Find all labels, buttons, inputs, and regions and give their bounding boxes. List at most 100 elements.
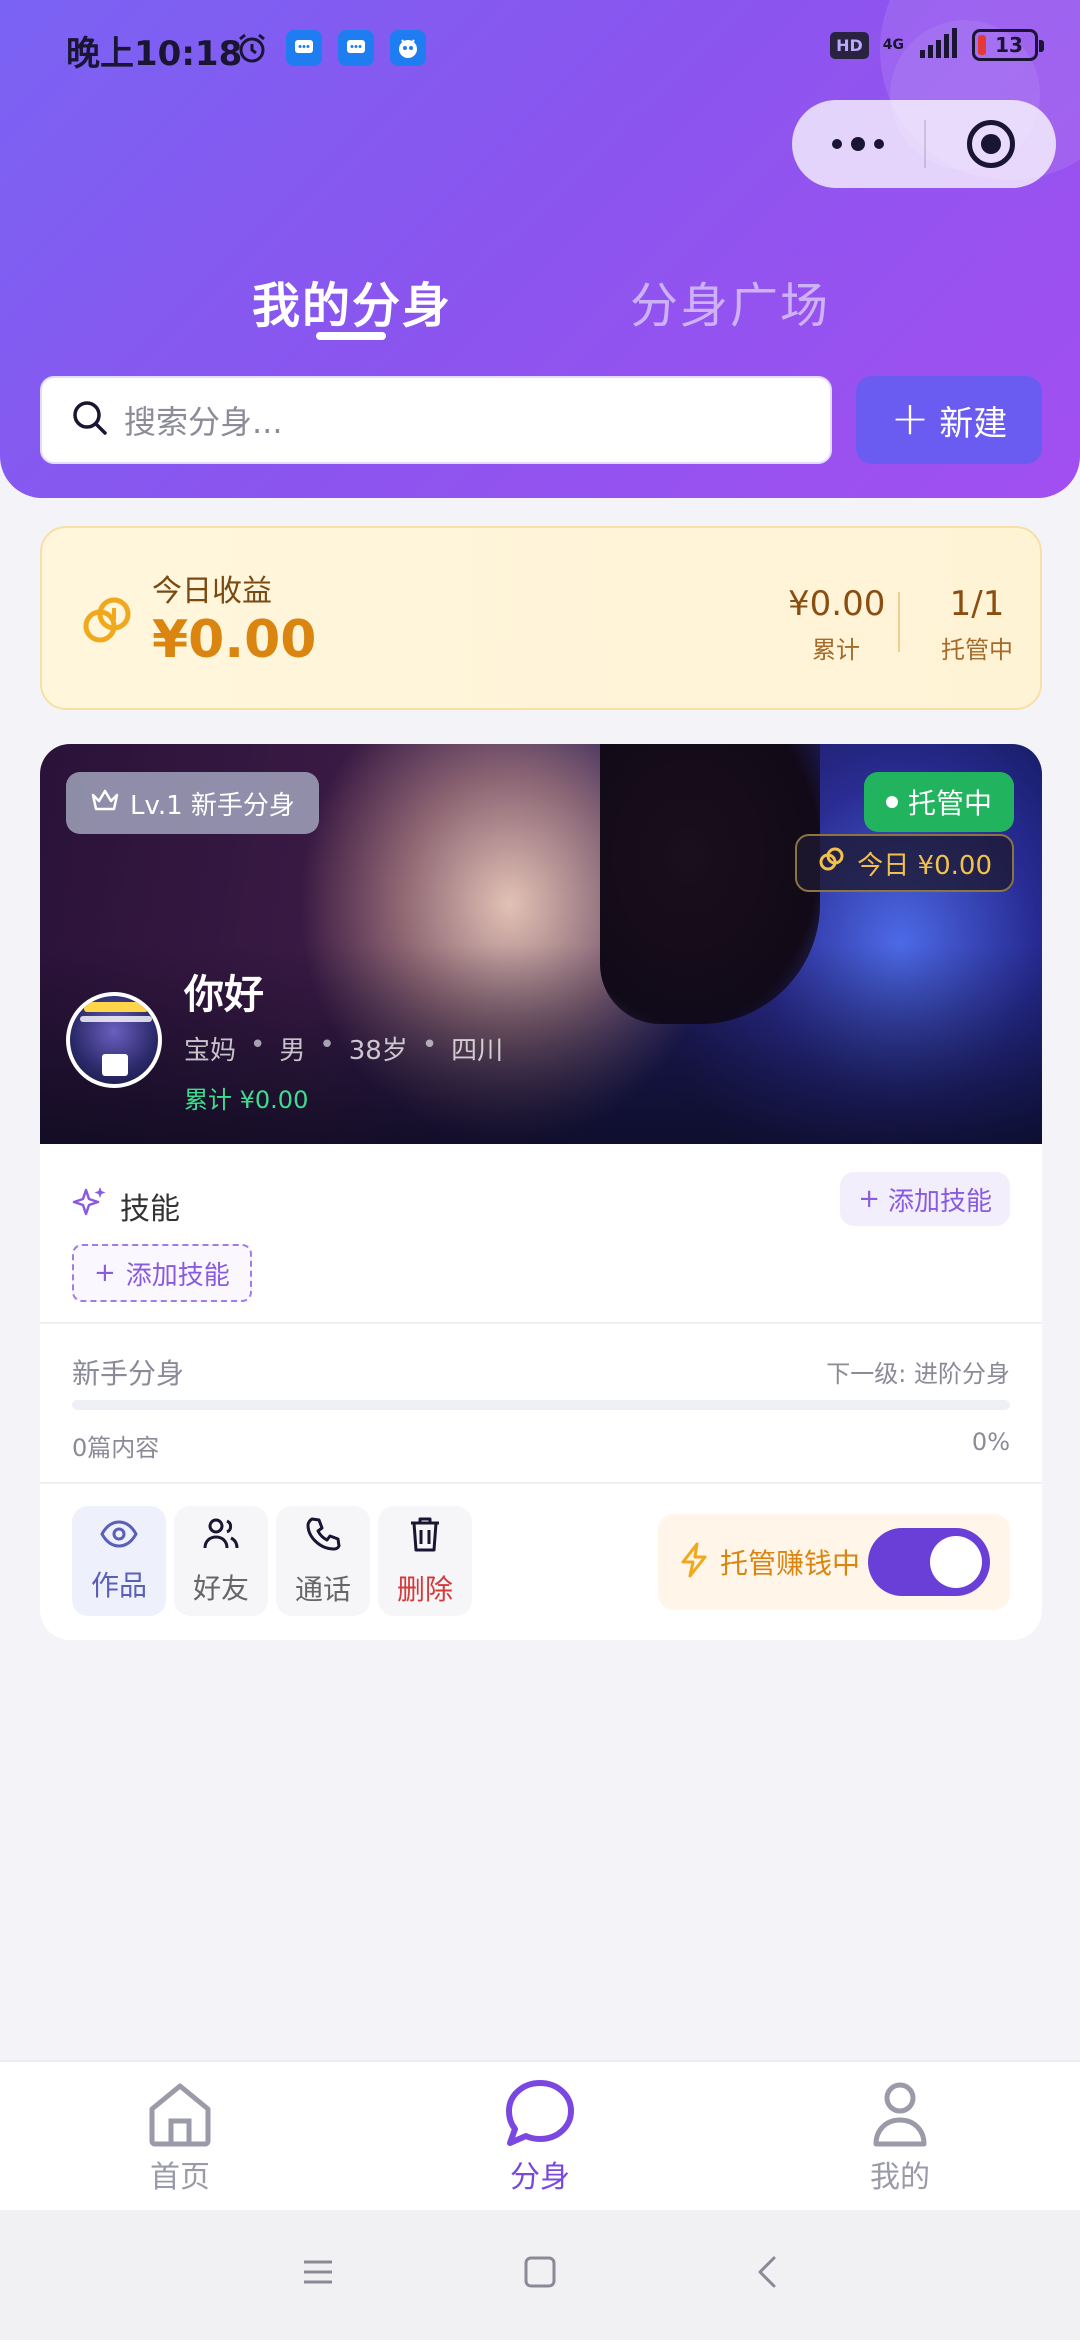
nav-home[interactable]: 首页 <box>80 2076 280 2196</box>
meta-separator: • <box>421 1030 438 1060</box>
clone-meta: 宝妈 • 男 • 38岁 • 四川 <box>184 1030 503 1067</box>
crown-icon <box>90 787 120 820</box>
active-tab-indicator <box>316 332 386 340</box>
clone-actions: 作品 好友 通话 删除 <box>72 1506 472 1616</box>
content-count: 0篇内容 <box>72 1434 160 1462</box>
alarm-icon <box>234 30 270 66</box>
more-dots-icon <box>851 137 865 151</box>
plus-icon: + <box>890 391 930 445</box>
tab-clone-plaza[interactable]: 分身广场 <box>630 266 830 336</box>
today-earnings-amount: ¥0.00 <box>152 610 317 670</box>
new-clone-button[interactable]: + 新建 <box>856 376 1042 464</box>
meta-separator: • <box>250 1030 266 1060</box>
works-button[interactable]: 作品 <box>72 1506 166 1616</box>
back-icon[interactable] <box>750 2254 786 2294</box>
nav-home-label: 首页 <box>150 2160 210 2195</box>
chat-bubble-icon <box>440 2076 640 2152</box>
target-icon <box>967 120 1015 168</box>
hosting-toggle-label: 托管赚钱中 <box>720 1547 861 1580</box>
next-level-label: 下一级: 进阶分身 <box>826 1360 1010 1388</box>
add-skill-button[interactable]: + 添加技能 <box>840 1172 1010 1226</box>
today-earnings-label: 今日收益 <box>152 574 272 609</box>
coins-icon <box>78 592 138 652</box>
lightning-icon <box>678 1542 710 1582</box>
battery-level: 13 <box>995 33 1023 57</box>
hosting-toggle-switch[interactable] <box>868 1528 990 1596</box>
friends-button[interactable]: 好友 <box>174 1506 268 1616</box>
phone-icon <box>304 1515 342 1560</box>
plus-icon: + <box>94 1258 116 1288</box>
tab-my-clones[interactable]: 我的分身 <box>252 266 452 336</box>
divider <box>40 1322 1042 1324</box>
home-square-icon[interactable] <box>522 2254 558 2294</box>
hd-badge: HD <box>830 31 869 59</box>
header: 晚上10:18 HD 4G 13 我的分身 分身广场 搜索分身... + 新建 <box>0 0 1080 498</box>
meta-separator: • <box>319 1030 335 1060</box>
clone-total-earnings: 累计 ¥0.00 <box>184 1086 309 1114</box>
total-earnings-stat: ¥0.00 累计 <box>788 584 885 665</box>
eye-icon <box>99 1519 139 1556</box>
current-level-name: 新手分身 <box>72 1357 185 1390</box>
battery-icon: 13 <box>972 29 1044 61</box>
add-skill-dashed-label: 添加技能 <box>125 1260 230 1291</box>
hosting-status-badge: 托管中 <box>863 772 1014 832</box>
network-label: 4G <box>882 37 904 53</box>
delete-button[interactable]: 删除 <box>378 1506 472 1616</box>
add-skill-dashed-button[interactable]: + 添加技能 <box>72 1244 252 1302</box>
switch-knob <box>930 1536 982 1588</box>
nav-clone[interactable]: 分身 <box>440 2076 640 2196</box>
user-icon <box>800 2076 1000 2152</box>
earnings-card: 今日收益 ¥0.00 ¥0.00 累计 1/1 托管中 <box>40 526 1042 710</box>
tab-bar: 我的分身 分身广场 <box>0 266 1080 346</box>
close-mini-program-button[interactable] <box>926 120 1056 168</box>
search-icon <box>70 398 110 442</box>
clone-region: 四川 <box>451 1036 504 1066</box>
nav-mine[interactable]: 我的 <box>800 2076 1000 2196</box>
progress-percent: 0% <box>971 1428 1010 1456</box>
status-time: 晚上10:18 <box>66 34 243 74</box>
message-app-icon <box>338 30 374 66</box>
clone-age: 38岁 <box>348 1036 408 1066</box>
status-notification-icons <box>234 30 426 66</box>
friends-label: 好友 <box>192 1571 249 1605</box>
add-skill-label: 添加技能 <box>887 1186 992 1217</box>
today-earnings-badge: 今日 ¥0.00 <box>795 834 1014 892</box>
hosting-status-label: 托管中 <box>907 787 992 820</box>
skills-title: 技能 <box>120 1192 180 1227</box>
nav-clone-label: 分身 <box>510 2160 570 2195</box>
clone-card[interactable]: Lv.1 新手分身 托管中 今日 ¥0.00 你好 宝妈 • 男 • 38岁 •… <box>40 744 1042 1640</box>
status-dot <box>885 796 898 808</box>
level-badge-label: Lv.1 新手分身 <box>130 790 295 821</box>
more-dots-icon <box>874 139 884 149</box>
nav-mine-label: 我的 <box>870 2160 930 2195</box>
level-progress-bar <box>72 1400 1010 1410</box>
hosting-count-label: 托管中 <box>941 636 1013 664</box>
status-system-icons: HD 4G 13 <box>830 28 1044 62</box>
hosting-toggle-row: 托管赚钱中 <box>658 1514 1010 1610</box>
bottom-nav: 首页 分身 我的 <box>0 2060 1080 2210</box>
trash-icon <box>408 1515 442 1560</box>
delete-label: 删除 <box>396 1572 453 1606</box>
coins-icon <box>817 845 847 882</box>
new-button-label: 新建 <box>939 403 1008 444</box>
more-menu-button[interactable] <box>792 137 924 151</box>
hosting-count-stat: 1/1 托管中 <box>922 584 1032 665</box>
sparkle-icon <box>72 1184 108 1228</box>
more-dots-icon <box>832 139 842 149</box>
clone-avatar[interactable] <box>66 992 162 1088</box>
stat-divider <box>898 592 900 652</box>
robot-app-icon <box>390 30 426 66</box>
call-button[interactable]: 通话 <box>276 1506 370 1616</box>
search-input[interactable]: 搜索分身... <box>40 376 832 464</box>
plus-icon: + <box>858 1184 880 1214</box>
mini-program-capsule <box>792 100 1056 188</box>
home-icon <box>80 2076 280 2152</box>
clone-role: 宝妈 <box>184 1036 237 1066</box>
status-bar: 晚上10:18 HD 4G 13 <box>0 0 1080 100</box>
signal-icon <box>918 28 958 62</box>
users-icon <box>201 1516 241 1559</box>
clone-name: 你好 <box>184 972 264 1018</box>
message-app-icon <box>286 30 322 66</box>
menu-icon[interactable] <box>300 2254 336 2294</box>
system-nav-bar <box>0 2210 1080 2340</box>
